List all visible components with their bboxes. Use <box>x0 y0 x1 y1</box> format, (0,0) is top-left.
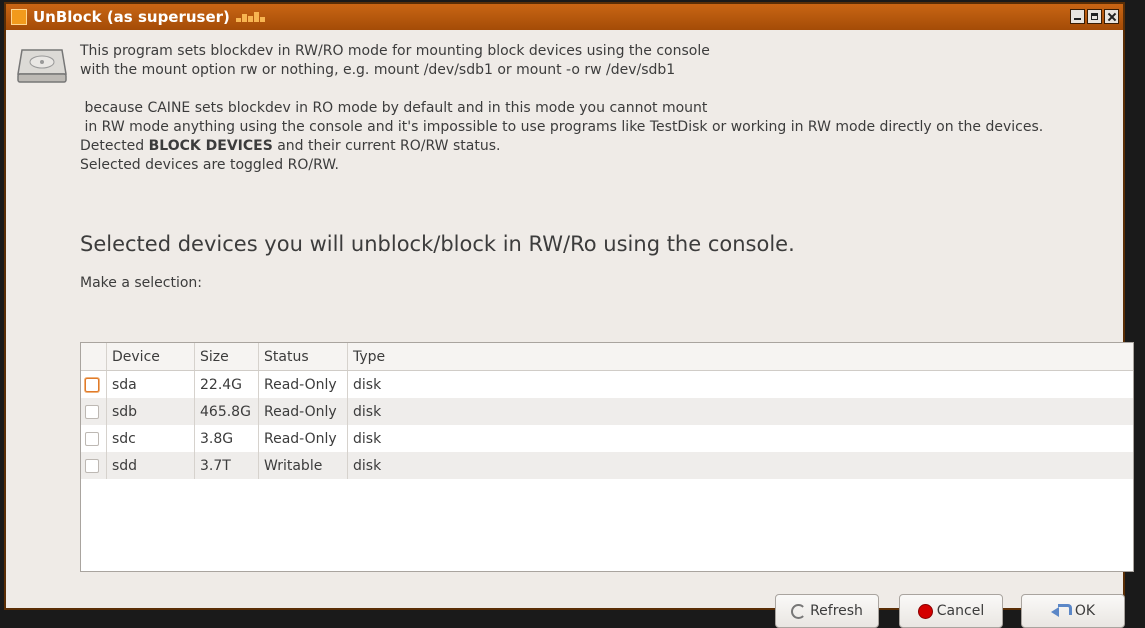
selection-prompt: Make a selection: <box>80 275 203 291</box>
status-cell: Read-Only <box>259 371 348 398</box>
close-icon[interactable] <box>1104 9 1119 24</box>
maximize-icon[interactable] <box>1087 9 1102 24</box>
device-cell: sdc <box>107 425 195 452</box>
dialog-content: This program sets blockdev in RW/RO mode… <box>6 30 1134 628</box>
status-cell: Writable <box>259 452 348 479</box>
row-checkbox-sdb[interactable] <box>85 404 99 419</box>
cancel-button[interactable]: Cancel <box>899 594 1003 628</box>
refresh-label: Refresh <box>810 603 863 619</box>
table-row[interactable]: sdd 3.7T Writable disk <box>81 452 1133 479</box>
block-devices-label: BLOCK DEVICES <box>148 138 273 154</box>
dialog-headline: Selected devices you will unblock/block … <box>80 232 795 256</box>
header-checkbox-column <box>81 343 107 370</box>
description-line: This program sets blockdev in RW/RO mode… <box>80 43 710 59</box>
status-cell: Read-Only <box>259 398 348 425</box>
window-title: UnBlock (as superuser) <box>33 8 230 26</box>
type-cell: disk <box>353 403 382 420</box>
app-icon <box>11 9 27 25</box>
size-cell: 3.8G <box>195 425 259 452</box>
window-controls <box>1070 9 1119 24</box>
table-row[interactable]: sda 22.4G Read-Only disk <box>81 371 1133 398</box>
type-cell: disk <box>353 376 382 393</box>
detected-suffix: and their current RO/RW status. <box>272 138 501 154</box>
description-line: Selected devices are toggled RO/RW. <box>80 157 339 173</box>
header-status[interactable]: Status <box>259 343 348 370</box>
header-device[interactable]: Device <box>107 343 195 370</box>
description-line: in RW mode anything using the console an… <box>80 119 1044 135</box>
type-cell: disk <box>353 457 382 474</box>
description-line: Detected BLOCK DEVICES and their current… <box>80 137 1115 156</box>
table-row[interactable]: sdb 465.8G Read-Only disk <box>81 398 1133 425</box>
status-cell: Read-Only <box>259 425 348 452</box>
detected-prefix: Detected <box>80 138 149 154</box>
cancel-label: Cancel <box>936 603 985 619</box>
refresh-icon <box>791 603 807 619</box>
title-decoration-icon <box>235 12 265 22</box>
size-cell: 22.4G <box>195 371 259 398</box>
device-cell: sda <box>107 371 195 398</box>
header-type[interactable]: Type <box>348 343 1133 370</box>
row-checkbox-sdc[interactable] <box>85 431 99 446</box>
refresh-button[interactable]: Refresh <box>775 594 879 628</box>
table-header: Device Size Status Type <box>81 343 1133 371</box>
ok-button[interactable]: OK <box>1021 594 1125 628</box>
devices-table[interactable]: Device Size Status Type sda 22.4G Read-O… <box>80 342 1134 572</box>
description-line: because CAINE sets blockdev in RO mode b… <box>80 100 708 116</box>
unblock-window: UnBlock (as superuser) This program sets… <box>4 2 1134 628</box>
title-bar[interactable]: UnBlock (as superuser) <box>6 4 1123 30</box>
header-size[interactable]: Size <box>195 343 259 370</box>
device-cell: sdb <box>107 398 195 425</box>
row-checkbox-sda[interactable] <box>85 377 99 392</box>
type-cell: disk <box>353 430 382 447</box>
hard-disk-icon <box>17 49 67 83</box>
cancel-icon <box>917 603 933 619</box>
size-cell: 3.7T <box>195 452 259 479</box>
size-cell: 465.8G <box>195 398 259 425</box>
minimize-icon[interactable] <box>1070 9 1085 24</box>
description-text: This program sets blockdev in RW/RO mode… <box>80 42 1115 175</box>
row-checkbox-sdd[interactable] <box>85 458 99 473</box>
device-cell: sdd <box>107 452 195 479</box>
table-row[interactable]: sdc 3.8G Read-Only disk <box>81 425 1133 452</box>
description-line: with the mount option rw or nothing, e.g… <box>80 62 676 78</box>
ok-label: OK <box>1074 603 1096 619</box>
